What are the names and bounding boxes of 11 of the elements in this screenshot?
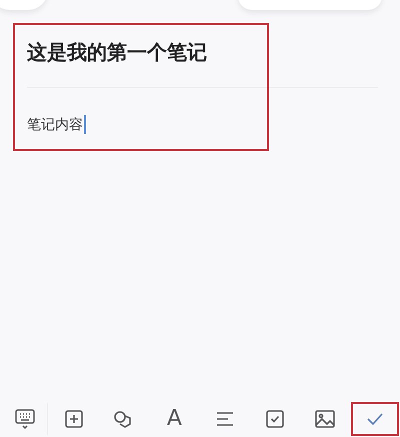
text-style-button[interactable]: A — [150, 402, 198, 436]
align-left-icon — [214, 410, 235, 428]
note-body[interactable]: 笔记内容 — [27, 116, 83, 134]
text-cursor — [84, 115, 86, 134]
add-icon — [64, 408, 84, 428]
checkmark-button[interactable] — [350, 402, 399, 436]
checkbox-icon — [264, 408, 285, 428]
checkmark-icon — [364, 410, 385, 426]
image-icon — [314, 408, 336, 428]
note-title[interactable]: 这是我的第一个笔记 — [27, 39, 207, 66]
keyboard-icon — [14, 408, 36, 430]
